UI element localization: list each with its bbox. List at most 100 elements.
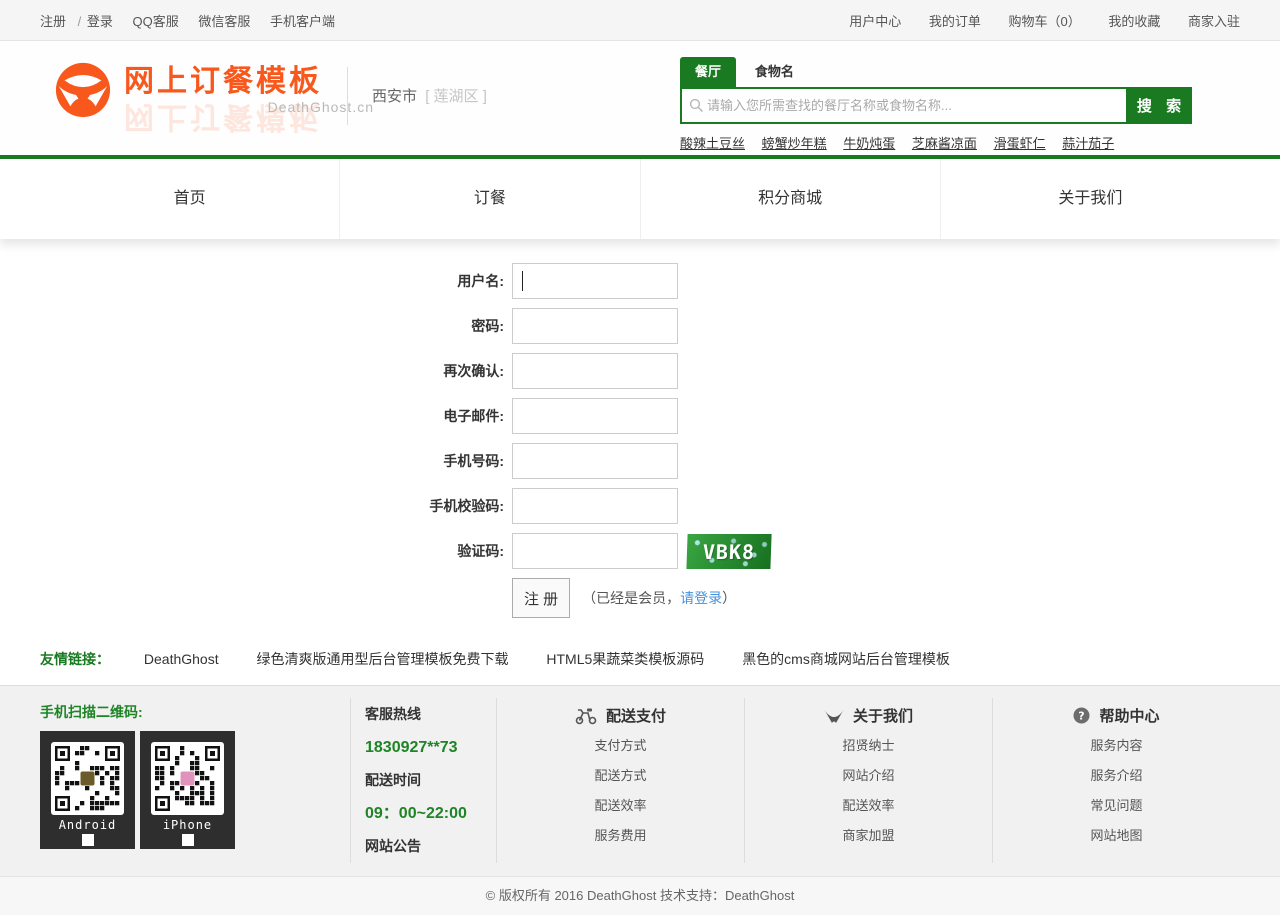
search-tabs: 餐厅 食物名 <box>680 57 1192 87</box>
footer-link[interactable]: 招贤纳士 <box>745 731 992 761</box>
friend-links-label: 友情链接： <box>40 651 110 667</box>
captcha-image[interactable]: VBK8 <box>686 534 771 569</box>
delivery-time-value: 09：00~22:00 <box>365 797 496 830</box>
help-icon: ? <box>1073 707 1090 724</box>
footer-column-delivery: 配送支付 支付方式 配送方式 配送效率 服务费用 <box>496 698 744 863</box>
location-district[interactable]: [ 莲湖区 ] <box>425 88 487 105</box>
register-button[interactable]: 注 册 <box>512 578 570 618</box>
captcha-label: 验证码: <box>40 541 512 561</box>
nav-item-home[interactable]: 首页 <box>40 159 339 239</box>
mobile-client-link[interactable]: 手机客户端 <box>270 14 335 29</box>
logo[interactable]: 网上订餐模板 网上订餐模板 DeathGhost.cn <box>54 53 374 131</box>
friend-link[interactable]: DeathGhost <box>144 651 219 667</box>
qr-label-iphone: iPhone <box>140 818 235 832</box>
sms-code-field[interactable] <box>512 488 678 524</box>
friend-link[interactable]: 黑色的cms商城网站后台管理模板 <box>742 651 950 667</box>
qr-dot <box>182 834 194 846</box>
hot-keyword-link[interactable]: 牛奶炖蛋 <box>843 136 895 151</box>
search-module: 餐厅 食物名 搜 索 酸辣土豆丝 螃蟹炒年糕 牛奶炖蛋 芝麻酱凉面 滑蛋虾仁 <box>680 57 1192 152</box>
register-form: 用户名: 密码: 再次确认: 电子邮件: 手机号码: 手机校验码: 验证码: V… <box>0 239 1280 618</box>
footer-link[interactable]: 网站地图 <box>993 821 1240 851</box>
about-brand-icon <box>824 708 844 724</box>
login-link[interactable]: 登录 <box>87 14 113 29</box>
footer-link[interactable]: 网站介绍 <box>745 761 992 791</box>
nav-item-points-mall[interactable]: 积分商城 <box>640 159 940 239</box>
delivery-time-label: 配送时间 <box>365 764 496 797</box>
topbar-left: 注册 / 登录 QQ客服 微信客服 手机客户端 <box>40 11 351 30</box>
copyright-bar: © 版权所有 2016 DeathGhost 技术支持：DeathGhost <box>0 876 1280 915</box>
tab-food-name[interactable]: 食物名 <box>740 57 809 87</box>
hot-keyword-link[interactable]: 酸辣土豆丝 <box>680 136 745 151</box>
hot-keyword-link[interactable]: 蒜汁茄子 <box>1062 136 1114 151</box>
footer-link[interactable]: 配送效率 <box>497 791 744 821</box>
phone-label: 手机号码: <box>40 451 512 471</box>
password-label: 密码: <box>40 316 512 336</box>
footer-column-title: 配送支付 <box>606 705 666 726</box>
username-field[interactable] <box>512 263 678 299</box>
nav-item-about[interactable]: 关于我们 <box>940 159 1240 239</box>
svg-text:?: ? <box>1079 710 1085 723</box>
footer-column-help: ? 帮助中心 服务内容 服务介绍 常见问题 网站地图 <box>992 698 1240 863</box>
confirm-password-label: 再次确认: <box>40 361 512 381</box>
friend-links: 友情链接： DeathGhost 绿色清爽版通用型后台管理模板免费下载 HTML… <box>40 627 1240 685</box>
merchant-join-link[interactable]: 商家入驻 <box>1188 14 1240 29</box>
login-here-link[interactable]: 请登录 <box>680 590 722 606</box>
delivery-icon <box>575 707 597 725</box>
email-field[interactable] <box>512 398 678 434</box>
location-city[interactable]: 西安市 <box>372 88 417 105</box>
footer-link[interactable]: 配送方式 <box>497 761 744 791</box>
qr-label-android: Android <box>40 818 135 832</box>
separator: / <box>78 14 82 29</box>
footer: 手机扫描二维码: <box>0 685 1280 876</box>
footer-link[interactable]: 常见问题 <box>993 791 1240 821</box>
footer-link[interactable]: 服务费用 <box>497 821 744 851</box>
my-favorites-link[interactable]: 我的收藏 <box>1108 14 1160 29</box>
captcha-field[interactable] <box>512 533 678 569</box>
main-nav: 首页 订餐 积分商城 关于我们 <box>0 159 1280 239</box>
qr-section-title: 手机扫描二维码: <box>40 702 350 722</box>
location-selector[interactable]: 西安市 [ 莲湖区 ] <box>372 85 487 106</box>
topbar: 注册 / 登录 QQ客服 微信客服 手机客户端 用户中心 我的订单 购物车（0）… <box>0 0 1280 41</box>
search-input[interactable] <box>682 89 1126 122</box>
phone-field[interactable] <box>512 443 678 479</box>
qr-code-iphone: iPhone <box>140 731 235 849</box>
hot-keywords: 酸辣土豆丝 螃蟹炒年糕 牛奶炖蛋 芝麻酱凉面 滑蛋虾仁 蒜汁茄子 <box>680 133 1192 152</box>
my-orders-link[interactable]: 我的订单 <box>929 14 981 29</box>
hot-keyword-link[interactable]: 螃蟹炒年糕 <box>762 136 827 151</box>
cart-link[interactable]: 购物车（0） <box>1008 14 1080 29</box>
search-button[interactable]: 搜 索 <box>1126 89 1190 122</box>
friend-link[interactable]: 绿色清爽版通用型后台管理模板免费下载 <box>257 651 509 667</box>
wechat-service-link[interactable]: 微信客服 <box>198 14 250 29</box>
note-suffix: ） <box>722 590 736 606</box>
footer-link[interactable]: 服务介绍 <box>993 761 1240 791</box>
site-title: 网上订餐模板 <box>124 67 374 97</box>
tab-restaurant[interactable]: 餐厅 <box>680 57 736 87</box>
qr-dot <box>82 834 94 846</box>
hot-keyword-link[interactable]: 滑蛋虾仁 <box>994 136 1046 151</box>
login-note: （已经是会员，请登录） <box>582 588 736 608</box>
hotline-phone: 1830927**73 <box>365 731 496 764</box>
friend-link[interactable]: HTML5果蔬菜类模板源码 <box>546 651 704 667</box>
site-notice-label[interactable]: 网站公告 <box>365 830 496 863</box>
header: 网上订餐模板 网上订餐模板 DeathGhost.cn 西安市 [ 莲湖区 ] … <box>0 41 1280 159</box>
password-field[interactable] <box>512 308 678 344</box>
nav-item-order[interactable]: 订餐 <box>339 159 639 239</box>
hot-keyword-link[interactable]: 芝麻酱凉面 <box>912 136 977 151</box>
sms-code-label: 手机校验码: <box>40 496 512 516</box>
footer-column-title: 关于我们 <box>853 705 913 726</box>
site-subtitle: DeathGhost.cn <box>268 99 374 115</box>
footer-link[interactable]: 服务内容 <box>993 731 1240 761</box>
note-prefix: （已经是会员， <box>582 590 680 606</box>
user-center-link[interactable]: 用户中心 <box>849 14 901 29</box>
footer-link[interactable]: 商家加盟 <box>745 821 992 851</box>
qq-service-link[interactable]: QQ客服 <box>133 14 179 29</box>
logo-text: 网上订餐模板 网上订餐模板 DeathGhost.cn <box>124 53 374 131</box>
divider <box>347 67 348 125</box>
register-link[interactable]: 注册 <box>40 14 66 29</box>
hotline-section: 客服热线 1830927**73 配送时间 09：00~22:00 网站公告 <box>350 698 496 863</box>
search-icon <box>689 98 704 113</box>
username-label: 用户名: <box>40 271 512 291</box>
footer-link[interactable]: 支付方式 <box>497 731 744 761</box>
footer-link[interactable]: 配送效率 <box>745 791 992 821</box>
confirm-password-field[interactable] <box>512 353 678 389</box>
